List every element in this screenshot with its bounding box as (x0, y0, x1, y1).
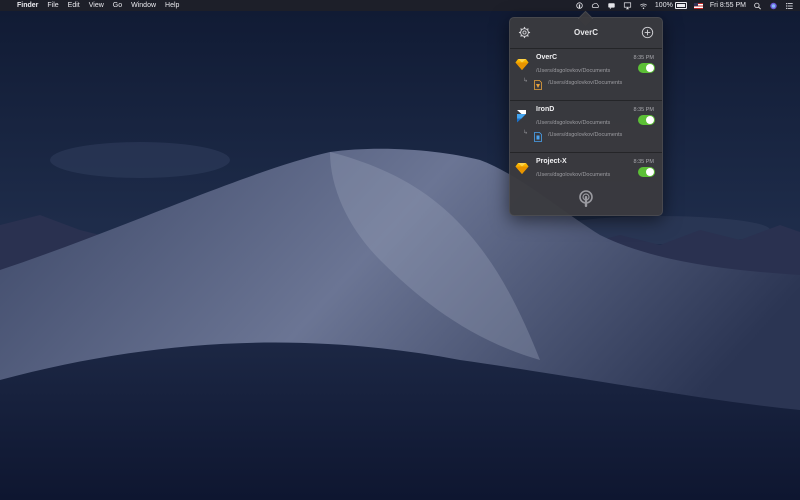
wifi-icon[interactable] (639, 2, 648, 10)
overc-menubar-icon[interactable] (575, 1, 584, 10)
overc-logo-icon (578, 190, 594, 208)
add-plus-icon[interactable] (641, 26, 654, 39)
project-path: /Users/dsgolovkov/Documents (536, 172, 611, 178)
creative-cloud-icon[interactable] (591, 2, 600, 10)
battery-status[interactable]: 100% (655, 2, 687, 9)
framer-icon (515, 109, 529, 123)
menu-edit[interactable]: Edit (68, 2, 80, 9)
project-name: Project-X (536, 158, 567, 165)
notification-center-icon[interactable] (785, 2, 794, 10)
document-icon (534, 77, 542, 90)
project-time: 8:35 PM (633, 107, 654, 113)
menu-go[interactable]: Go (113, 2, 122, 9)
battery-percent: 100% (654, 2, 673, 9)
menu-window[interactable]: Window (131, 2, 156, 9)
sub-path: /Users/dsgolovkov/Documents (548, 80, 623, 86)
sub-arrow-icon: ↳ (523, 78, 529, 84)
project-path: /Users/dsgolovkov/Documents (536, 68, 611, 74)
sync-toggle[interactable] (638, 167, 655, 177)
sync-toggle[interactable] (638, 63, 655, 73)
siri-icon[interactable] (769, 2, 778, 10)
menu-help[interactable]: Help (165, 2, 179, 9)
document-icon (534, 129, 542, 142)
battery-icon (674, 2, 687, 9)
popover-title: OverC (573, 28, 598, 37)
menu-view[interactable]: View (89, 2, 104, 9)
sketch-icon (515, 161, 529, 175)
project-path: /Users/dsgolovkov/Documents (536, 120, 611, 126)
menu-file[interactable]: File (47, 2, 58, 9)
message-icon[interactable] (607, 2, 616, 10)
project-entry[interactable]: Project-X 8:35 PM /Users/dsgolovkov/Docu… (510, 153, 662, 185)
menu-bar: Finder File Edit View Go Window Help 100… (0, 0, 800, 11)
project-name: OverC (536, 54, 558, 61)
project-time: 8:35 PM (633, 159, 654, 165)
overc-popover: OverC OverC 8:35 PM /Users/dsgolovkov/Do… (509, 17, 663, 216)
desktop-wallpaper (0, 0, 800, 500)
sync-toggle[interactable] (638, 115, 655, 125)
clock[interactable]: Fri 8:55 PM (710, 2, 746, 9)
sub-arrow-icon: ↳ (523, 130, 529, 136)
popover-header: OverC (510, 18, 662, 49)
project-name: IronD (536, 106, 555, 113)
project-entry[interactable]: OverC 8:35 PM /Users/dsgolovkov/Document… (510, 49, 662, 101)
spotlight-search-icon[interactable] (753, 2, 762, 10)
project-entry[interactable]: IronD 8:35 PM /Users/dsgolovkov/Document… (510, 101, 662, 153)
project-time: 8:35 PM (633, 55, 654, 61)
airplay-icon[interactable] (623, 1, 632, 10)
menu-finder[interactable]: Finder (17, 2, 38, 9)
sketch-icon (515, 57, 529, 71)
input-source-flag-icon[interactable] (693, 2, 703, 9)
sub-path: /Users/dsgolovkov/Documents (548, 132, 623, 138)
